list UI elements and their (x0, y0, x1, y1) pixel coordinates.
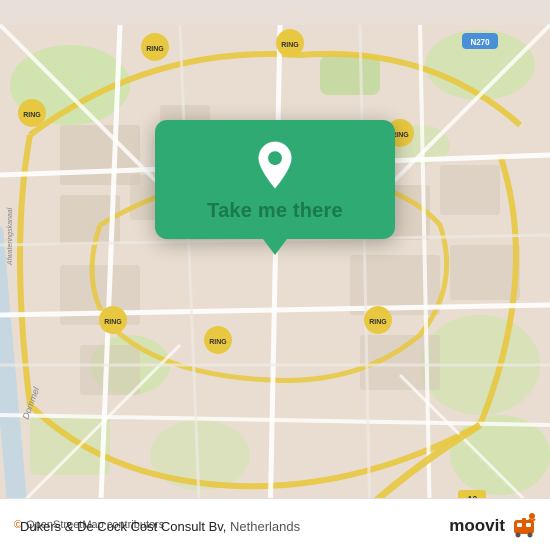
svg-text:RING: RING (209, 339, 227, 346)
map-background: RING RING RING N270 RING RING RING RING … (0, 0, 550, 550)
svg-text:RING: RING (104, 319, 122, 326)
popup-card: Take me there (155, 120, 395, 239)
svg-text:RING: RING (23, 112, 41, 119)
moovit-icon (508, 510, 540, 542)
moovit-label: moovit (449, 516, 505, 536)
svg-text:RING: RING (281, 42, 299, 49)
moovit-logo: moovit (449, 510, 540, 542)
location-pin-icon (250, 140, 300, 190)
bottom-bar: © OpenStreetMap contributors Dukers & De… (0, 498, 550, 550)
location-country: Netherlands (230, 519, 300, 534)
take-me-there-button[interactable]: Take me there (207, 200, 343, 223)
svg-text:RING: RING (146, 46, 164, 53)
svg-text:N270: N270 (470, 38, 490, 47)
location-label: Dukers & De Cock Cost Consult Bv, Nether… (14, 519, 300, 534)
svg-text:RING: RING (369, 319, 387, 326)
svg-text:Afwateringskanaal: Afwateringskanaal (7, 207, 14, 266)
location-name: Dukers & De Cock Cost Consult Bv, (20, 519, 226, 534)
map-container: RING RING RING N270 RING RING RING RING … (0, 0, 550, 550)
